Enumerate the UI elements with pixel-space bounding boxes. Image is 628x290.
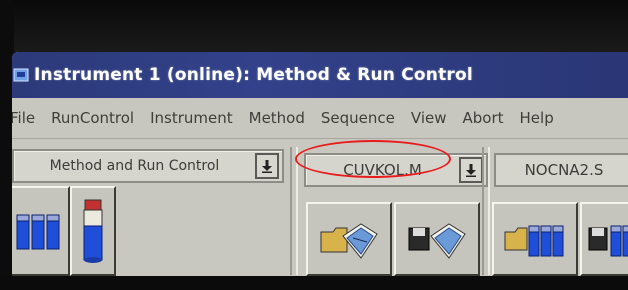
load-sequence-icon [504, 225, 564, 257]
vial-tray-button[interactable] [12, 186, 70, 276]
vial-tray-icon [16, 214, 60, 250]
load-method-icon [320, 223, 378, 259]
sequence-field[interactable]: NOCNA2.S [494, 153, 628, 187]
method-selector-dropdown-button[interactable] [459, 157, 483, 183]
view-selector[interactable]: Method and Run Control [12, 149, 284, 183]
single-vial-icon [83, 199, 103, 263]
save-method-icon [408, 223, 466, 259]
title-bar[interactable]: Instrument 1 (online): Method & Run Cont… [12, 52, 628, 98]
method-selector-value: CUVKOL.M [343, 161, 422, 179]
arrow-down-icon [466, 164, 476, 177]
menu-method[interactable]: Method [249, 109, 305, 127]
load-sequence-button[interactable] [492, 202, 578, 276]
menu-sequence[interactable]: Sequence [321, 109, 395, 127]
menu-help[interactable]: Help [520, 109, 554, 127]
save-sequence-icon [588, 225, 628, 257]
monitor-bezel-bottom [0, 276, 628, 290]
toolbar-separator [290, 147, 298, 275]
instrument-icon [12, 66, 30, 84]
arrow-down-icon [262, 160, 272, 173]
method-run-control-window: Instrument 1 (online): Method & Run Cont… [12, 52, 628, 278]
single-vial-button[interactable] [70, 186, 116, 276]
view-selector-dropdown-button[interactable] [255, 153, 279, 179]
window-title: Instrument 1 (online): Method & Run Cont… [34, 65, 473, 85]
save-sequence-button[interactable] [580, 202, 628, 276]
menu-runcontrol[interactable]: RunControl [51, 109, 134, 127]
menu-instrument[interactable]: Instrument [150, 109, 233, 127]
method-selector[interactable]: CUVKOL.M [304, 153, 488, 187]
monitor-bezel-top [0, 0, 628, 52]
toolbar: Method and Run Control CUVKOL.M NOCNA2.S [12, 139, 628, 278]
load-method-button[interactable] [306, 202, 392, 276]
menu-view[interactable]: View [411, 109, 447, 127]
toolbar-separator [482, 147, 490, 275]
save-method-button[interactable] [394, 202, 480, 276]
menu-bar: File RunControl Instrument Method Sequen… [12, 98, 628, 139]
view-selector-value: Method and Run Control [49, 158, 220, 174]
menu-file[interactable]: File [12, 109, 35, 127]
sequence-field-value: NOCNA2.S [524, 161, 604, 179]
menu-abort[interactable]: Abort [463, 109, 504, 127]
